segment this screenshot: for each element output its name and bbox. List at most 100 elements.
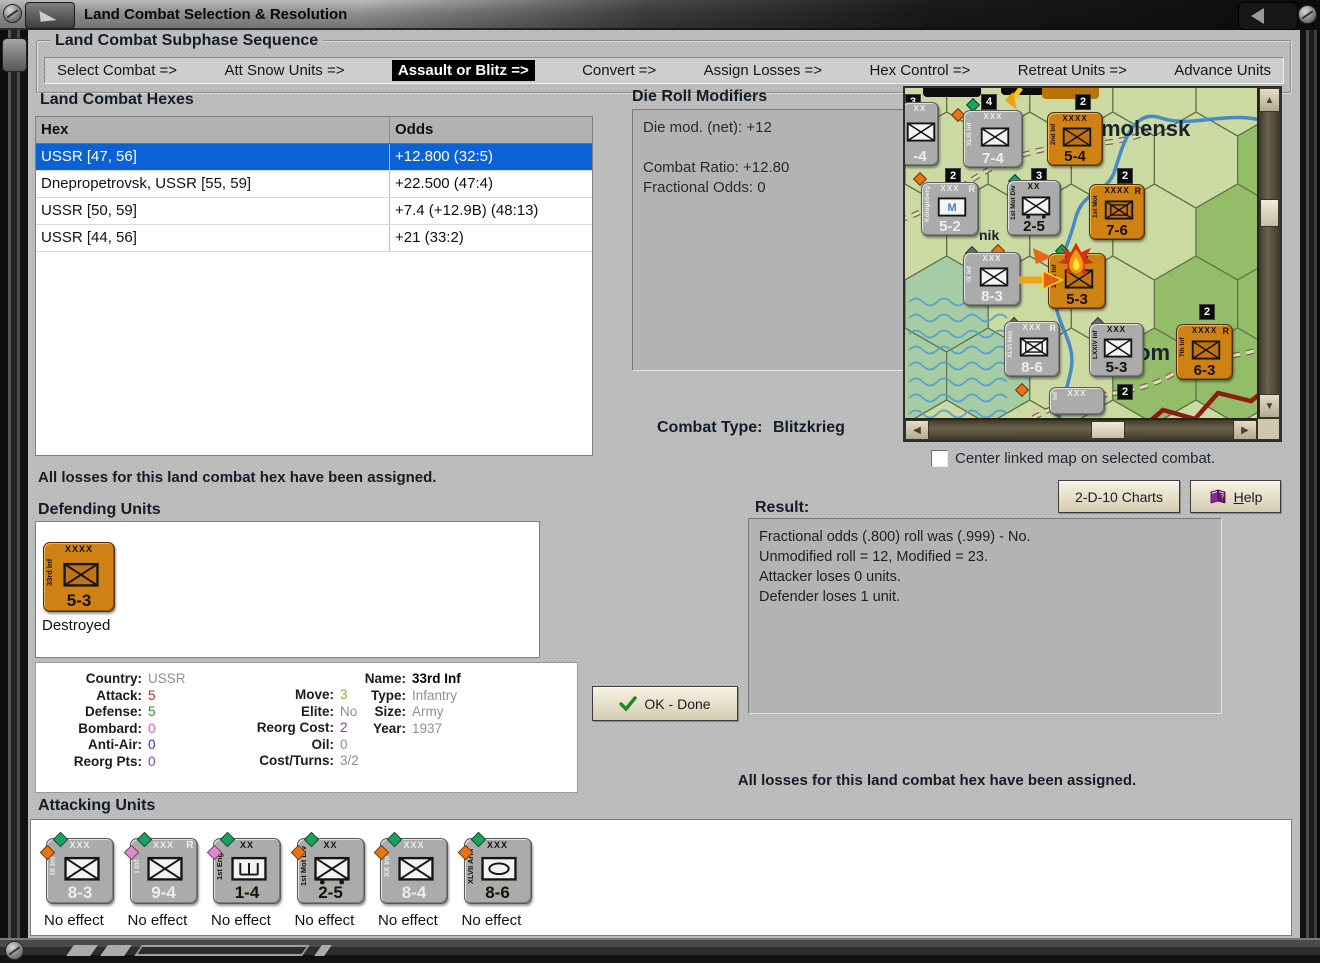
unit-counter-7th-inf: XXXX R 7th Inf 6-3 bbox=[1176, 324, 1233, 380]
unit-counter-xlvii-arm[interactable]: XXX XLVII Arm 8-6 bbox=[457, 831, 532, 904]
unit-detail-column-3: Name: 33rd Inf Type: Infantry Size: Army Year:… bbox=[364, 671, 461, 736]
unit-counter-33rd-inf: XXXX33rd Inf5-3 bbox=[1048, 242, 1106, 309]
unit-detail-column-2: Move: 3 Elite: No Reorg Cost: 2 Oil: 0 Cost/Turn… bbox=[256, 687, 359, 768]
table-header: Hex Odds bbox=[36, 117, 592, 144]
frame-decoration bbox=[100, 945, 132, 956]
window-frame-left bbox=[0, 30, 28, 938]
land-combat-hexes-title: Land Combat Hexes bbox=[40, 91, 194, 108]
unit-counter-1st-mot: XXXX R 1st Mot 7-6 bbox=[1089, 184, 1145, 240]
checkmark-icon bbox=[619, 695, 638, 712]
sequence-step: Retreat Units => bbox=[1017, 62, 1127, 79]
ok-done-label: OK - Done bbox=[644, 695, 711, 712]
map-vertical-scrollbar[interactable]: ▲ ▼ bbox=[1257, 88, 1280, 418]
defending-units-panel: Destroyed XXXX 33rd Inf 5-3 bbox=[35, 521, 540, 658]
sequence-step: Att Snow Units => bbox=[224, 62, 345, 79]
attacker-status: No effect bbox=[211, 912, 271, 929]
result-panel: Fractional odds (.800) roll was (.999) -… bbox=[748, 518, 1222, 714]
unit-counter--4: XX -4 bbox=[905, 102, 939, 166]
scrollbar-corner bbox=[1257, 418, 1280, 440]
sequence-step: Hex Control => bbox=[869, 62, 971, 79]
hex-row[interactable]: Dnepropetrovsk, USSR [55, 59] +22.500 (47… bbox=[36, 171, 592, 198]
column-header-hex: Hex bbox=[36, 117, 390, 143]
die-roll-modifiers-text: Die mod. (net): +12 Combat Ratio: +12.80… bbox=[643, 119, 790, 196]
screw-icon bbox=[3, 4, 22, 23]
unit-counter-k-nigsberg: XXX R Königsberg M 5-2 bbox=[921, 182, 979, 236]
subphase-sequence-title: Land Combat Subphase Sequence bbox=[50, 32, 324, 50]
column-header-odds: Odds bbox=[395, 121, 434, 138]
sequence-step: Advance Units bbox=[1174, 62, 1271, 79]
scroll-right-button[interactable]: ▶ bbox=[1233, 420, 1257, 440]
scroll-left-button[interactable]: ◀ bbox=[905, 420, 929, 440]
triangle-icon bbox=[39, 9, 57, 22]
horizontal-scroll-thumb[interactable] bbox=[1091, 421, 1125, 439]
map-horizontal-scrollbar[interactable]: ◀ ▶ bbox=[905, 418, 1257, 440]
center-map-label: Center linked map on selected combat. bbox=[955, 450, 1216, 467]
ok-done-button[interactable]: OK - Done bbox=[592, 686, 738, 721]
unit-counter-xlvi-mot: XXX R XLVI Mot 8-6 bbox=[1004, 321, 1060, 377]
defender-status: Destroyed bbox=[42, 617, 111, 634]
svg-text:M: M bbox=[947, 202, 956, 214]
combat-type-label: Combat Type: bbox=[657, 419, 763, 436]
land-combat-hexes-table[interactable]: Hex Odds USSR [47, 56] +12.800 (32:5) Dnep… bbox=[35, 116, 593, 456]
attacker-status: No effect bbox=[294, 912, 355, 929]
window-menu-button[interactable] bbox=[25, 2, 75, 29]
result-title: Result: bbox=[755, 499, 810, 516]
hex-row[interactable]: USSR [50, 59] +7.4 (+12.9B) (48:13) bbox=[36, 198, 592, 225]
book-icon: ? bbox=[1210, 489, 1225, 504]
unit-counter-33rd-inf[interactable]: XXXX 33rd Inf 5-3 bbox=[43, 542, 115, 612]
unit-detail-panel: Country: USSR Attack: 5 Defense: 5 Bombard: 0 An… bbox=[35, 662, 578, 793]
unit-counter-1st-mot-div[interactable]: XX 1st Mot Div 2-5 bbox=[290, 831, 365, 904]
vertical-scroll-track[interactable] bbox=[1259, 112, 1280, 394]
svg-text:?: ? bbox=[1220, 495, 1224, 501]
application-window: Land Combat Selection & Resolution Land … bbox=[0, 0, 1320, 963]
attacker-status: No effect bbox=[44, 912, 104, 929]
center-map-checkbox[interactable] bbox=[931, 450, 948, 467]
unit-counter-ix-inf[interactable]: XXX IX Inf 8-3 bbox=[39, 831, 114, 904]
subphase-sequence-group: Land Combat Subphase Sequence Select Com… bbox=[36, 32, 1292, 94]
result-text: Fractional odds (.800) roll was (.999) -… bbox=[759, 529, 1031, 605]
scroll-up-button[interactable]: ▲ bbox=[1259, 88, 1280, 112]
triangle-left-icon bbox=[1251, 8, 1264, 24]
scroll-down-button[interactable]: ▼ bbox=[1259, 394, 1280, 418]
vertical-scroll-thumb[interactable] bbox=[1260, 199, 1279, 227]
window-frame-right bbox=[1300, 30, 1320, 938]
center-map-option: Center linked map on selected combat. bbox=[931, 450, 1215, 467]
screw-icon bbox=[1298, 5, 1317, 24]
unit-counter-2nd-inf: XXXX 2nd Inf 5-4 bbox=[1047, 112, 1103, 166]
screw-icon bbox=[5, 941, 24, 960]
unit-counter-1st-eng[interactable]: XX 1st Eng 1-4 bbox=[206, 831, 281, 904]
attacker-status: No effect bbox=[378, 912, 438, 929]
frame-knob bbox=[2, 38, 27, 72]
unit-counter-inf: XXX Inf bbox=[1049, 387, 1105, 415]
frame-decoration bbox=[314, 945, 332, 956]
sequence-step: Convert => bbox=[582, 62, 657, 79]
linked-map[interactable]: molenskomnik 34223222 XX-4XXXXLIII Inf7-… bbox=[903, 86, 1282, 442]
sequence-step: Assign Losses => bbox=[703, 62, 823, 79]
unit-counter-1st-mot-div: XX 1st Mot Div 2-5 bbox=[1007, 180, 1061, 236]
horizontal-scroll-track[interactable] bbox=[929, 420, 1233, 440]
attacking-units-panel: XXX IX Inf 8-3 No effect XXX R I Inf 9-4 No effe… bbox=[30, 819, 1292, 936]
help-button-label: Help bbox=[1233, 488, 1263, 505]
unit-counter-i-inf[interactable]: XXX R I Inf 9-4 bbox=[123, 831, 198, 904]
window-control-button[interactable] bbox=[1238, 2, 1298, 30]
help-button[interactable]: ? Help bbox=[1190, 480, 1281, 513]
charts-button[interactable]: 2-D-10 Charts bbox=[1058, 480, 1180, 513]
title-bar[interactable]: Land Combat Selection & Resolution bbox=[0, 0, 1320, 30]
unit-counter-xx-inf[interactable]: XXX XX Inf 8-4 bbox=[373, 831, 448, 904]
die-roll-modifiers-panel: Die mod. (net): +12 Combat Ratio: +12.80… bbox=[632, 109, 904, 371]
sequence-step: Assault or Blitz => bbox=[391, 60, 535, 81]
title-bar-shade bbox=[360, 0, 1320, 30]
combat-type: Combat Type: Blitzkrieg bbox=[657, 419, 845, 437]
hex-row[interactable]: USSR [44, 56] +21 (33:2) bbox=[36, 225, 592, 252]
sequence-step: Select Combat => bbox=[57, 62, 178, 79]
attacker-status: No effect bbox=[127, 912, 188, 929]
window-frame-bottom bbox=[0, 938, 1320, 963]
table-body: USSR [47, 56] +12.800 (32:5) Dnepropetrovs… bbox=[36, 144, 592, 252]
unit-counter-ix-inf: XXX IX Inf 8-3 bbox=[963, 252, 1021, 306]
combat-type-value: Blitzkrieg bbox=[772, 419, 845, 436]
hex-row[interactable]: USSR [47, 56] +12.800 (32:5) bbox=[36, 144, 592, 171]
window-title: Land Combat Selection & Resolution bbox=[84, 6, 348, 23]
losses-assigned-message-top: All losses for this land combat hex have… bbox=[38, 469, 437, 486]
frame-decoration bbox=[134, 945, 310, 956]
unit-detail-column-1: Country: USSR Attack: 5 Defense: 5 Bombard: 0 An… bbox=[73, 671, 186, 769]
